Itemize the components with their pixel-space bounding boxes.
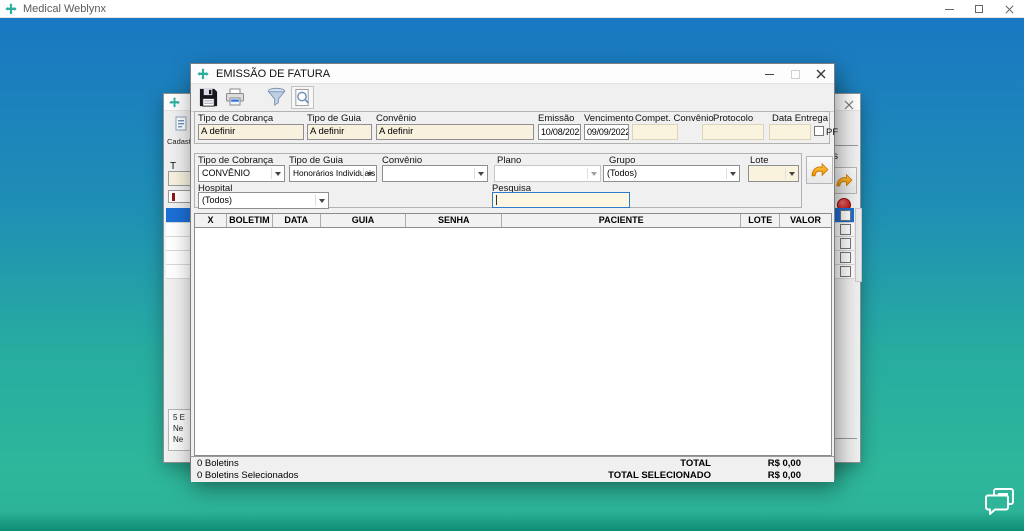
save-icon [198, 87, 219, 108]
dialog-controls [756, 64, 834, 84]
row-checkbox[interactable] [840, 238, 851, 249]
restore-icon[interactable] [782, 64, 808, 84]
pf-checkbox[interactable] [814, 126, 824, 136]
boletins-table: X BOLETIM DATA GUIA SENHA PACIENTE LOTE … [194, 213, 832, 456]
os-window-controls [934, 0, 1024, 18]
medical-cross-icon [197, 68, 209, 80]
tipo-guia-display[interactable]: A definir [307, 124, 372, 140]
save-button[interactable] [197, 86, 220, 109]
total-value: R$ 0,00 [721, 458, 801, 469]
field-label: Vencimento [584, 113, 634, 124]
tipo-cobranca-dropdown[interactable]: CONVÊNIO [198, 165, 285, 182]
load-boletins-button[interactable] [806, 156, 833, 184]
table-body-empty [195, 228, 831, 455]
dialog-titlebar[interactable]: EMISSÃO DE FATURA [191, 64, 834, 84]
chat-bubbles-icon [984, 486, 1018, 518]
text-caret [496, 195, 497, 205]
emissao-date-field[interactable]: 10/08/2022 [538, 124, 581, 140]
scrollbar[interactable] [855, 208, 862, 282]
field-label: Tipo de Guia [307, 113, 361, 124]
protocolo-field[interactable] [702, 124, 764, 140]
filter-funnel-icon [266, 87, 287, 108]
medical-cross-icon [5, 3, 17, 15]
row-checkbox[interactable] [840, 210, 851, 221]
hospital-dropdown[interactable]: (Todos) [198, 192, 329, 209]
table-header: X BOLETIM DATA GUIA SENHA PACIENTE LOTE … [195, 214, 831, 228]
close-icon[interactable] [994, 0, 1024, 18]
os-titlebar[interactable]: Medical Weblynx [0, 0, 1024, 18]
convenio-dropdown[interactable] [382, 165, 488, 182]
chat-widget[interactable] [984, 486, 1018, 518]
pesquisa-input[interactable] [492, 192, 630, 208]
column-header-guia[interactable]: GUIA [321, 214, 407, 227]
field-label: Convênio [376, 113, 416, 124]
lote-dropdown[interactable] [748, 165, 799, 182]
os-window-title: Medical Weblynx [23, 3, 106, 15]
tipo-cobranca-display[interactable]: A definir [198, 124, 304, 140]
total-label: TOTAL [521, 458, 711, 469]
column-header-valor[interactable]: VALOR [780, 214, 831, 227]
vencimento-date-field[interactable]: 09/09/2022 [584, 124, 629, 140]
print-icon [224, 87, 246, 108]
close-icon[interactable] [844, 97, 854, 115]
data-entrega-field[interactable] [769, 124, 811, 140]
column-header-x[interactable]: X [195, 214, 227, 227]
status-row-total: 0 Boletins TOTAL R$ 0,00 [191, 456, 834, 469]
pf-checkbox-label: PF [826, 127, 838, 138]
filter-button[interactable] [265, 86, 288, 109]
minimize-icon[interactable] [934, 0, 964, 18]
dialog-title: EMISSÃO DE FATURA [216, 68, 330, 80]
document-fields-groupbox: Tipo de Cobrança A definir Tipo de Guia … [194, 111, 830, 144]
field-label: Tipo de Cobrança [198, 113, 273, 124]
document-icon [173, 116, 189, 132]
tipo-guia-dropdown[interactable]: Honorários Individuais [289, 165, 377, 182]
column-header-boletim[interactable]: BOLETIM [227, 214, 273, 227]
dialog-toolbar [191, 84, 834, 112]
status-row-selected: 0 Boletins Selecionados TOTAL SELECIONAD… [191, 469, 834, 482]
column-header-paciente[interactable]: PACIENTE [502, 214, 741, 227]
red-text-fragment [172, 193, 175, 201]
preview-button[interactable] [291, 86, 314, 109]
field-label: Emissão [538, 113, 574, 124]
row-checkbox[interactable] [840, 224, 851, 235]
plano-dropdown[interactable] [494, 165, 601, 182]
column-header-lote[interactable]: LOTE [741, 214, 780, 227]
column-header-data[interactable]: DATA [273, 214, 321, 227]
restore-icon[interactable] [964, 0, 994, 18]
screen: Medical Weblynx Ca [0, 0, 1024, 531]
row-checkbox[interactable] [840, 252, 851, 263]
curved-orange-arrow-icon [809, 160, 830, 181]
print-button[interactable] [223, 86, 246, 109]
grupo-dropdown[interactable]: (Todos) [603, 165, 740, 182]
field-label: Protocolo [713, 113, 753, 124]
compet-convenio-field[interactable] [632, 124, 678, 140]
total-selected-label: TOTAL SELECIONADO [521, 470, 711, 481]
minimize-icon[interactable] [756, 64, 782, 84]
magnifier-page-icon [293, 88, 312, 107]
boletins-count: 0 Boletins [197, 458, 239, 469]
field-label: Data Entrega [772, 113, 828, 124]
emissao-de-fatura-dialog: EMISSÃO DE FATURA [190, 63, 835, 480]
row-checkbox[interactable] [840, 266, 851, 277]
field-label: Compet. Convênio [635, 113, 714, 124]
close-icon[interactable] [808, 64, 834, 84]
column-header-senha[interactable]: SENHA [406, 214, 502, 227]
curved-orange-arrow-icon [834, 171, 854, 191]
boletins-selected-count: 0 Boletins Selecionados [197, 470, 298, 481]
filters-groupbox: Tipo de Cobrança CONVÊNIO Tipo de Guia H… [194, 153, 802, 208]
medical-cross-icon [169, 97, 180, 108]
total-selected-value: R$ 0,00 [721, 470, 801, 481]
convenio-display[interactable]: A definir [376, 124, 534, 140]
